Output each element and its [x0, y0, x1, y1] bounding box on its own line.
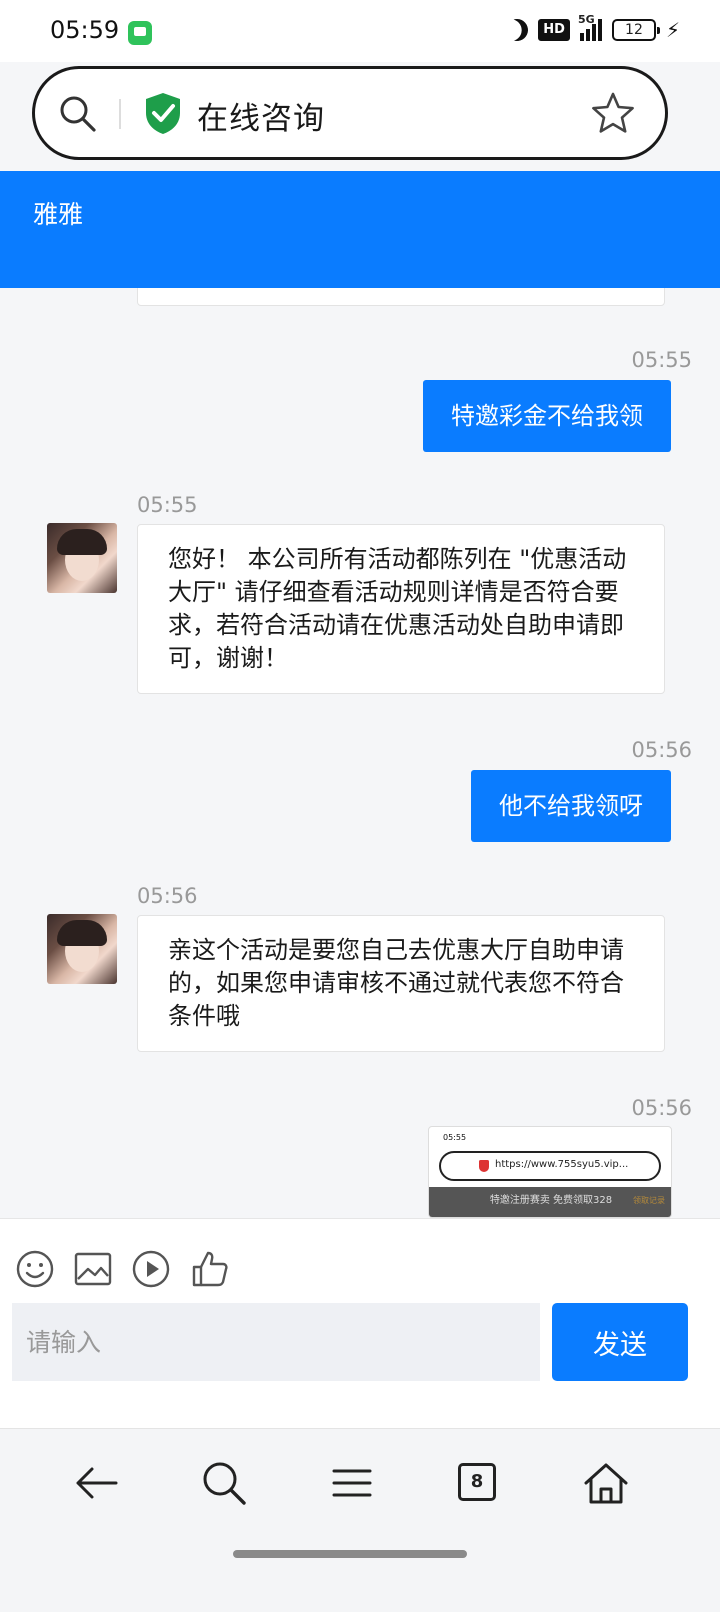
back-arrow-icon[interactable]	[72, 1459, 120, 1507]
message-time: 05:56	[137, 884, 198, 908]
thumb-warning-icon	[479, 1160, 489, 1172]
thumb-header-title: 特邀注册赛卖 免费领取328	[489, 1195, 613, 1206]
tabs-button[interactable]: 8	[458, 1463, 496, 1501]
previous-message-bubble	[137, 288, 665, 306]
thumb-url: https://www.755syu5.vip...	[495, 1159, 629, 1170]
do-not-disturb-icon	[503, 16, 531, 44]
page-title[interactable]: 在线咨询	[197, 93, 325, 138]
thumb-address-bar: https://www.755syu5.vip...	[439, 1151, 661, 1181]
agent-avatar[interactable]	[47, 914, 117, 984]
address-divider	[119, 99, 121, 129]
composer: 发送	[0, 1218, 720, 1428]
agent-avatar[interactable]	[47, 523, 117, 593]
charging-icon: ⚡	[665, 18, 680, 42]
message-time: 05:56	[631, 738, 692, 762]
browser-navbar: 8	[0, 1428, 720, 1612]
message-app-icon	[128, 21, 152, 45]
image-message[interactable]: 05:55 https://www.755syu5.vip... 特邀注册赛卖 …	[428, 1126, 672, 1218]
chat-header: 雅雅	[0, 171, 720, 288]
message-time: 05:56	[631, 1096, 692, 1120]
outgoing-message: 他不给我领呀	[471, 770, 671, 842]
status-icons: HD 5G 12 ⚡	[503, 13, 680, 44]
status-bar: 05:59 HD 5G 12 ⚡	[0, 0, 720, 62]
hd-badge: HD	[538, 19, 570, 41]
signal-icon: 5G	[578, 13, 602, 41]
battery-icon: 12	[611, 19, 660, 41]
thumbs-up-icon[interactable]	[190, 1249, 230, 1289]
menu-icon[interactable]	[328, 1459, 376, 1507]
incoming-message: 您好！ 本公司所有活动都陈列在 "优惠活动大厅" 请仔细查看活动规则详情是否符合…	[137, 524, 665, 694]
search-icon[interactable]	[200, 1459, 248, 1507]
search-icon[interactable]	[57, 93, 97, 133]
image-icon[interactable]	[73, 1249, 113, 1289]
message-list[interactable]: 05:55 特邀彩金不给我领 05:55 您好！ 本公司所有活动都陈列在 "优惠…	[0, 288, 720, 1218]
video-play-icon[interactable]	[131, 1249, 171, 1289]
message-input[interactable]	[12, 1303, 540, 1381]
secure-shield-icon	[146, 93, 180, 134]
agent-name: 雅雅	[33, 200, 84, 229]
emoji-icon[interactable]	[15, 1249, 55, 1289]
thumb-time: 05:55	[443, 1133, 467, 1142]
home-indicator[interactable]	[233, 1550, 467, 1558]
thumb-header: 特邀注册赛卖 免费领取328 领取记录	[429, 1187, 671, 1217]
send-button[interactable]: 发送	[552, 1303, 688, 1381]
bookmark-star-icon[interactable]	[591, 91, 635, 135]
message-time: 05:55	[631, 348, 692, 372]
thumb-header-right: 领取记录	[633, 1196, 665, 1205]
network-type: 5G	[577, 13, 595, 26]
outgoing-message: 特邀彩金不给我领	[423, 380, 671, 452]
message-time: 05:55	[137, 493, 198, 517]
home-icon[interactable]	[582, 1459, 630, 1507]
address-bar[interactable]: 在线咨询	[32, 66, 668, 160]
status-time: 05:59	[50, 16, 120, 44]
incoming-message: 亲这个活动是要您自己去优惠大厅自助申请的，如果您申请审核不通过就代表您不符合条件…	[137, 915, 665, 1052]
